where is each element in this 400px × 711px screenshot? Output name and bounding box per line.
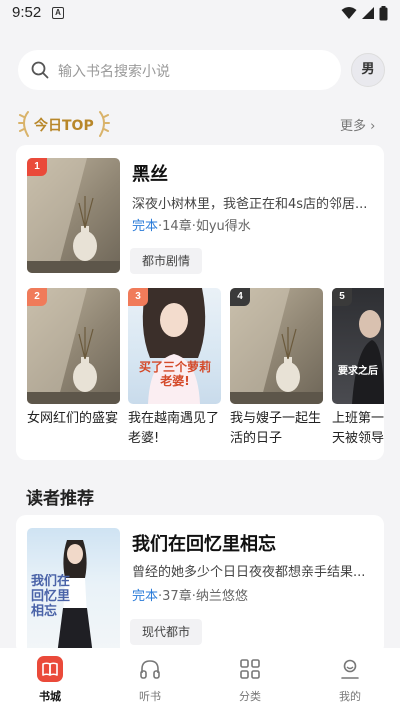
cover-title-text: 买了三个萝莉老婆! [138,360,211,388]
book-description: 深夜小树林里，我爸正在和4s店的邻居... [132,197,368,212]
category-grid-icon [240,659,260,679]
cover-title-text: 我们在回忆里相忘 [31,574,71,619]
nav-label: 书城 [39,690,61,703]
book-title[interactable]: 我在越南遇见了老婆! [128,409,222,451]
nav-label: 我的 [339,690,361,703]
nav-item-audiobook[interactable]: 听书 [100,648,200,711]
top-list-card: 1 黑丝 深夜小树林里，我爸正在和4s店的邻居... 完本·14章·如yu得水 … [16,145,384,460]
book-cover[interactable]: 1 [27,158,120,273]
nav-item-bookstore[interactable]: 书城 [0,648,100,711]
book-status: 完本 [132,589,159,604]
rank-badge: 1 [27,158,47,176]
profile-icon [341,659,359,679]
rank-badge: 4 [230,288,250,306]
book-title[interactable]: 我与嫂子一起生活的日子 [230,409,324,451]
bottom-nav: 书城 听书 分类 我的 [0,648,400,711]
gender-toggle-button[interactable]: 男 [351,53,385,87]
wifi-icon [341,7,357,19]
book-info: ·14章·如yu得水 [158,219,251,234]
book-cover[interactable]: 要求之后 5 [332,288,384,404]
book-meta: 完本·14章·如yu得水 [132,215,251,234]
genre-tag[interactable]: 都市剧情 [130,248,203,274]
nav-item-category[interactable]: 分类 [200,648,300,711]
battery-icon [379,5,388,20]
book-title[interactable]: 我们在回忆里相忘 [132,530,276,556]
notification-icon: A [52,7,64,19]
today-top-label: 今日TOP [34,118,94,134]
rank-badge: 3 [128,288,148,306]
recommend-card: 我们在回忆里相忘 我们在回忆里相忘 曾经的她多少个日日夜夜都想亲手结果... 完… [16,515,384,655]
search-icon [31,61,49,79]
book-meta: 完本·37章·纳兰悠悠 [132,585,248,604]
book-title[interactable]: 黑丝 [132,160,168,186]
rank-badge: 2 [27,288,47,306]
section-title: 读者推荐 [26,489,94,509]
book-cover[interactable]: 2 [27,288,120,404]
nav-item-profile[interactable]: 我的 [300,648,400,711]
book-title[interactable]: 上班第一天被领导和 [332,409,384,451]
cover-title-text: 要求之后 [338,366,378,377]
rank-badge: 5 [332,288,352,306]
headphones-icon [140,660,160,679]
book-title[interactable]: 女网红们的盛宴 [27,409,121,451]
status-icons [341,5,388,21]
book-status: 完本 [132,219,159,234]
nav-label: 分类 [239,690,261,703]
today-top-badge: 今日TOP [18,108,110,140]
status-time: 9:52 [12,4,42,21]
nav-label: 听书 [139,690,161,703]
genre-tag[interactable]: 现代都市 [130,619,203,645]
status-bar: 9:52 A [0,0,400,28]
search-input[interactable]: 输入书名搜索小说 [18,50,341,90]
more-link[interactable]: 更多 › [340,115,375,134]
book-description: 曾经的她多少个日日夜夜都想亲手结果... [132,565,366,580]
book-cover[interactable]: 买了三个萝莉老婆! 3 [128,288,221,404]
book-store-icon [37,656,63,682]
book-info: ·37章·纳兰悠悠 [158,589,248,604]
book-cover[interactable]: 我们在回忆里相忘 [27,528,120,655]
search-placeholder: 输入书名搜索小说 [58,64,170,80]
book-cover[interactable]: 4 [230,288,323,404]
signal-icon [362,7,374,19]
